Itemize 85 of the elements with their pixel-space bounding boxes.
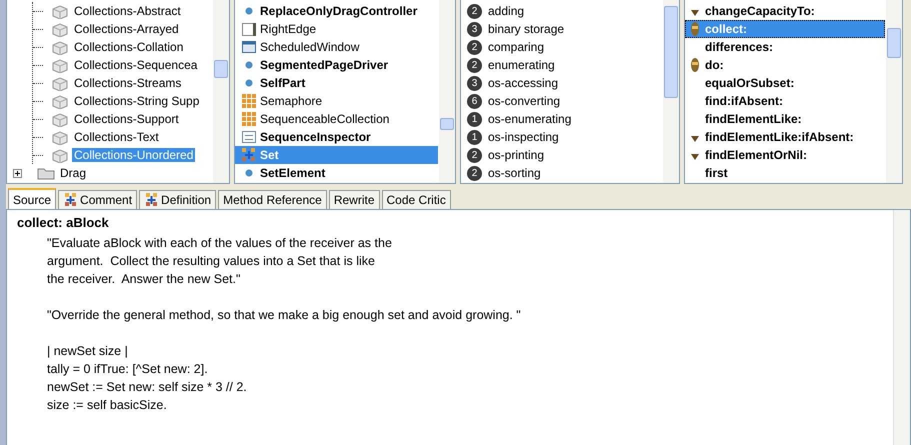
tab[interactable]: Method Reference (218, 190, 327, 209)
category-item[interactable]: 1 os-enumerating (461, 110, 662, 128)
tab[interactable]: Code Critic (382, 190, 451, 209)
class-item[interactable]: ReplaceOnlyDragController (235, 2, 438, 20)
count-badge: 2 (467, 40, 482, 54)
class-item[interactable]: SequenceInspector (235, 128, 438, 146)
scrollbar[interactable] (213, 0, 229, 183)
grid-icon (241, 111, 257, 127)
tree-item[interactable]: Collections-Sequencea (72, 58, 200, 72)
class-item[interactable]: SegmentedPageDriver (235, 56, 438, 74)
code-line: tally = 0 ifTrue: [^Set new: 2]. (47, 361, 209, 378)
method-signature: collect: aBlock (17, 215, 110, 232)
method-item[interactable]: findElementOrNil: (685, 146, 885, 164)
method-item[interactable]: changeCapacityTo: (685, 2, 885, 20)
category-item[interactable]: 1 os-inspecting (461, 128, 662, 146)
form-icon (241, 129, 257, 145)
tree-item[interactable]: Collections-Collation (72, 40, 186, 54)
code-line: size := self basicSize. (47, 397, 168, 414)
scrollbar[interactable] (893, 210, 910, 445)
method-item[interactable]: findElementLike:ifAbsent: (685, 128, 885, 146)
scrollbar[interactable] (886, 0, 902, 183)
tree-item[interactable]: Collections-Support (72, 112, 181, 126)
category-item[interactable]: 2 os-sorting (461, 164, 662, 182)
method-item[interactable]: do: (685, 56, 885, 74)
method-item[interactable]: differences: (685, 38, 885, 56)
tree-item[interactable]: Collections-String Supp (72, 94, 202, 108)
code-line: newSet := Set new: self size * 3 // 2. (47, 379, 248, 396)
count-badge: 2 (467, 58, 482, 72)
package-icon (51, 76, 69, 90)
class-item[interactable]: Semaphore (235, 92, 438, 110)
count-badge: 2 (467, 148, 482, 162)
tab[interactable]: Comment (58, 190, 138, 209)
marker-icon (689, 21, 701, 37)
grid-icon (241, 93, 257, 109)
category-item[interactable]: 3 binary storage (461, 20, 662, 38)
method-item[interactable]: equalOrSubset: (685, 74, 885, 92)
class-item[interactable]: SetElement (235, 164, 438, 182)
window-icon (241, 39, 257, 55)
package-icon (51, 22, 69, 36)
category-item[interactable]: 2 enumerating (461, 56, 662, 74)
class-item[interactable]: RightEdge (235, 20, 438, 38)
package-icon (51, 4, 69, 18)
code-line: "Evaluate aBlock with each of the values of the receiver as the (47, 235, 393, 252)
category-item[interactable]: 2 os-printing (461, 146, 662, 164)
tab[interactable]: Rewrite (328, 190, 380, 209)
code-line: | newSet size | (47, 343, 129, 360)
class-item[interactable]: SelfPart (235, 74, 438, 92)
tree-item[interactable]: Collections-Streams (72, 76, 184, 90)
count-badge: 1 (467, 130, 482, 144)
package-icon (51, 112, 69, 126)
tree-item[interactable]: Drag (58, 166, 88, 180)
category-item[interactable]: 3 os-accessing (461, 74, 662, 92)
code-line: the receiver. Answer the new Set." (47, 271, 242, 288)
scrollbar[interactable] (439, 0, 455, 183)
category-item[interactable]: 2 comparing (461, 38, 662, 56)
scrollbar[interactable] (663, 0, 679, 183)
edge-icon (241, 21, 257, 37)
tree-item[interactable]: Collections-Abstract (72, 4, 183, 18)
count-badge: 1 (467, 112, 482, 126)
package-icon (51, 130, 69, 144)
count-badge: 6 (467, 94, 482, 108)
count-badge: 3 (467, 76, 482, 90)
code-line: "Override the general method, so that we make a big enough set and avoid growing. " (47, 307, 522, 324)
code-line: argument. Collect the resulting values into a Set that is like (47, 253, 376, 270)
method-item[interactable]: find:ifAbsent: (685, 92, 885, 110)
tab[interactable]: Definition (139, 190, 216, 209)
tab[interactable]: Source (8, 188, 56, 209)
package-icon (51, 94, 69, 108)
count-badge: 2 (467, 4, 482, 18)
marker-icon (689, 57, 701, 73)
category-item[interactable]: 2 adding (461, 2, 662, 20)
folder-icon (37, 166, 55, 180)
package-icon (51, 40, 69, 54)
count-badge: 2 (467, 166, 482, 180)
class-item[interactable]: ScheduledWindow (235, 38, 438, 56)
method-item[interactable]: first (685, 164, 885, 182)
class-item[interactable]: SequenceableCollection (235, 110, 438, 128)
category-item[interactable]: 6 os-converting (461, 92, 662, 110)
package-icon (51, 58, 69, 72)
tree-item[interactable]: Collections-Arrayed (72, 22, 181, 36)
count-badge: 3 (467, 22, 482, 36)
tree-item[interactable]: Collections-Text (72, 130, 161, 144)
method-item[interactable]: findElementLike: (685, 110, 885, 128)
package-icon (51, 148, 69, 162)
set-icon (241, 147, 257, 163)
